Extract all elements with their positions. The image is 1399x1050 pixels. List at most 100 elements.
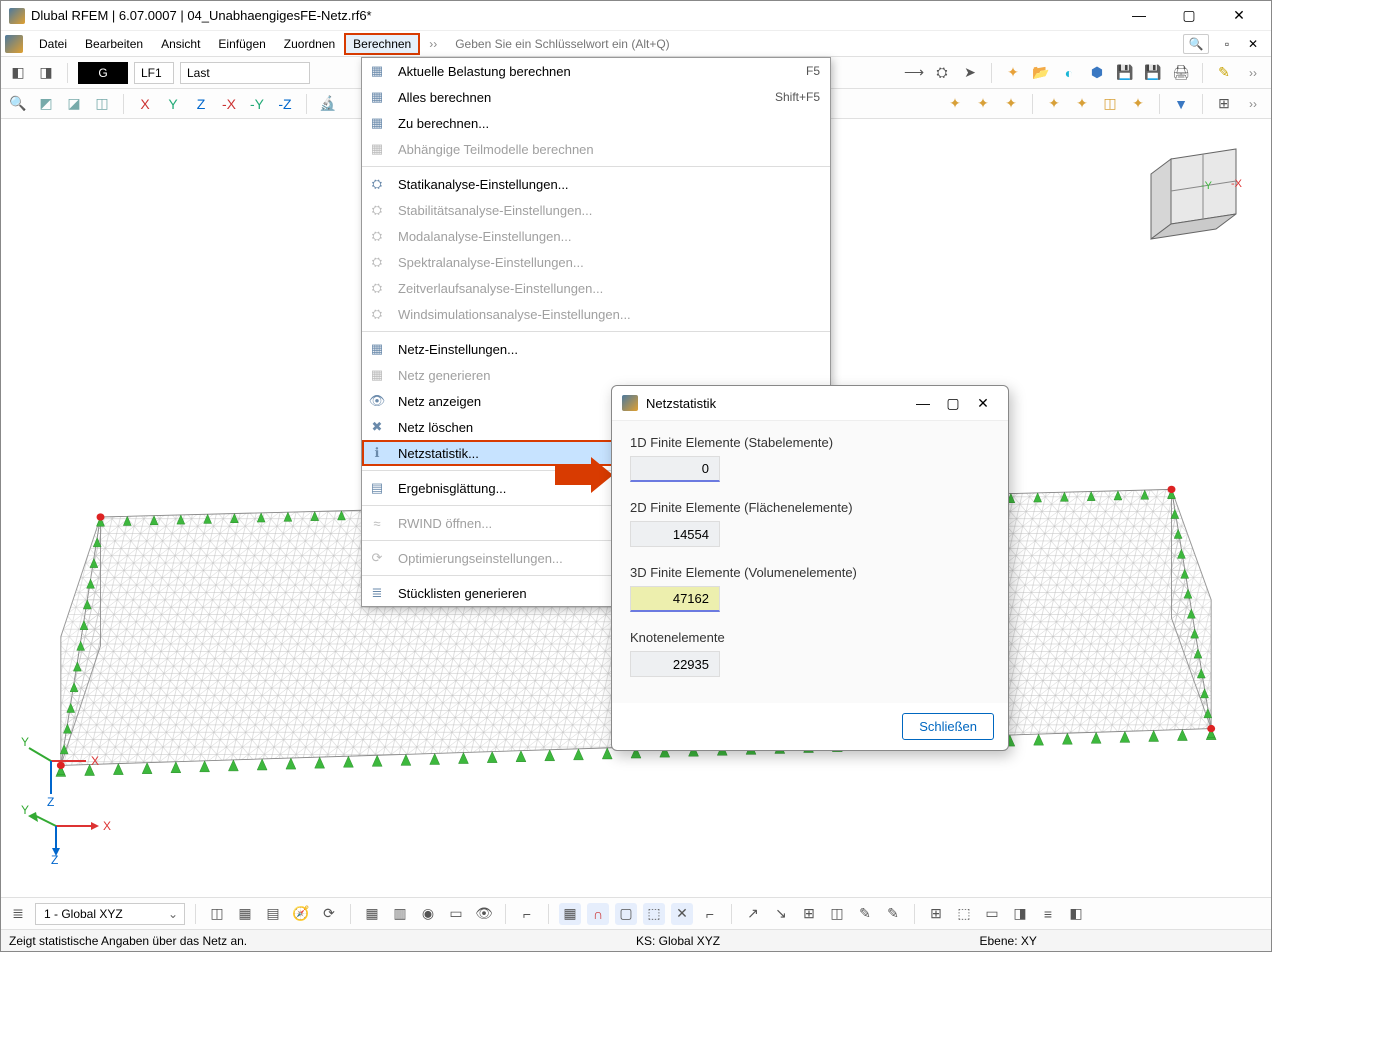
tool-icon[interactable]: ≡ <box>1037 903 1059 925</box>
menu-bearbeiten[interactable]: Bearbeiten <box>77 34 151 54</box>
tool-icon[interactable]: ↘ <box>770 903 792 925</box>
axis-nx-icon[interactable]: -X <box>218 93 240 115</box>
load-label-field[interactable]: Last <box>180 62 310 84</box>
tool-icon[interactable]: ✎ <box>1213 62 1235 84</box>
toolbar-overflow-icon[interactable]: ›› <box>1241 66 1265 80</box>
axis-ny-icon[interactable]: -Y <box>246 93 268 115</box>
axis-z-icon[interactable]: Z <box>190 93 212 115</box>
tool-icon[interactable]: ▥ <box>389 903 411 925</box>
find-icon[interactable]: 🔍 <box>7 93 29 115</box>
tool-icon[interactable]: ↗ <box>742 903 764 925</box>
menu-berechnen[interactable]: Berechnen <box>345 34 419 54</box>
tool-icon[interactable]: ⟳ <box>318 903 340 925</box>
settings-icon[interactable]: ✦ <box>1043 93 1065 115</box>
search-icon[interactable]: 🔍 <box>1183 34 1209 54</box>
tool-icon[interactable]: ◨ <box>35 62 57 84</box>
settings-icon[interactable]: ◫ <box>1099 93 1121 115</box>
axis-cube-icon[interactable]: -Y -X <box>1141 139 1251 249</box>
axis-nz-icon[interactable]: -Z <box>274 93 296 115</box>
settings-icon[interactable]: ✦ <box>1127 93 1149 115</box>
cube-icon[interactable]: ◩ <box>35 93 57 115</box>
panel-close-icon[interactable]: ✕ <box>1243 37 1263 51</box>
load-type-field[interactable]: G <box>78 62 128 84</box>
coord-axes-widget[interactable]: X Y Z X Y Z <box>21 736 111 867</box>
cube-icon[interactable]: ◪ <box>63 93 85 115</box>
view-combo[interactable]: 1 - Global XYZ <box>35 903 185 925</box>
tool-icon[interactable]: ▦ <box>361 903 383 925</box>
microscope-icon[interactable]: 🔬 <box>317 93 339 115</box>
menu-zuordnen[interactable]: Zuordnen <box>276 34 343 54</box>
tool-icon[interactable]: ◨ <box>1009 903 1031 925</box>
tool-icon[interactable]: ⊞ <box>925 903 947 925</box>
tool-icon[interactable]: ⌐ <box>516 903 538 925</box>
tool-icon[interactable]: ⛭ <box>931 62 953 84</box>
tool-icon[interactable]: ⬚ <box>953 903 975 925</box>
snap-icon[interactable]: ⬚ <box>643 903 665 925</box>
snap-grid-icon[interactable]: ▦ <box>559 903 581 925</box>
settings-icon[interactable]: ✦ <box>1000 93 1022 115</box>
new-icon[interactable]: ✦ <box>1002 62 1024 84</box>
status-help-text: Zeigt statistische Angaben über das Netz… <box>9 934 576 948</box>
menu-search-input[interactable] <box>447 37 1175 51</box>
menu-item-label: Spektralanalyse-Einstellungen... <box>398 255 820 270</box>
grid-icon[interactable]: ⊞ <box>1213 93 1235 115</box>
tool-icon[interactable]: ➤ <box>959 62 981 84</box>
menu-einfügen[interactable]: Einfügen <box>210 34 273 54</box>
snap-icon[interactable]: ▢ <box>615 903 637 925</box>
settings-icon[interactable]: ✦ <box>1071 93 1093 115</box>
axis-x-icon[interactable]: X <box>134 93 156 115</box>
snap-ortho-icon[interactable]: ⌐ <box>699 903 721 925</box>
folder-open-icon[interactable]: 📂 <box>1030 62 1052 84</box>
menu-item[interactable]: ▦Alles berechnenShift+F5 <box>362 84 830 110</box>
tool-icon[interactable]: ▭ <box>981 903 1003 925</box>
cube-icon[interactable]: ◫ <box>91 93 113 115</box>
menu-item[interactable]: ▦Netz-Einstellungen... <box>362 336 830 362</box>
filter-icon[interactable]: ▼ <box>1170 93 1192 115</box>
tool-icon[interactable]: ✎ <box>854 903 876 925</box>
tool-icon[interactable]: ▦ <box>234 903 256 925</box>
snap-icon[interactable]: ✕ <box>671 903 693 925</box>
tool-icon[interactable]: ◧ <box>1065 903 1087 925</box>
save-icon[interactable]: 💾 <box>1114 62 1136 84</box>
menu-item[interactable]: ▦Aktuelle Belastung berechnenF5 <box>362 58 830 84</box>
menu-item-label: Stabilitätsanalyse-Einstellungen... <box>398 203 820 218</box>
dialog-close-button[interactable]: ✕ <box>968 395 998 412</box>
menu-ansicht[interactable]: Ansicht <box>153 34 208 54</box>
save-all-icon[interactable]: 💾 <box>1142 62 1164 84</box>
tool-icon[interactable]: 🧭 <box>290 903 312 925</box>
tool-icon[interactable]: ◧ <box>7 62 29 84</box>
settings-icon[interactable]: ✦ <box>944 93 966 115</box>
app-menu-icon[interactable] <box>5 35 23 53</box>
dialog-minimize-button[interactable]: — <box>908 395 938 411</box>
tool-icon[interactable]: ◫ <box>826 903 848 925</box>
menu-overflow-icon[interactable]: ›› <box>421 37 445 51</box>
tool-icon[interactable]: ▤ <box>262 903 284 925</box>
minimize-button[interactable]: — <box>1123 7 1155 24</box>
tool-icon[interactable]: ✎ <box>882 903 904 925</box>
restore-down-icon[interactable]: ▫ <box>1217 37 1237 51</box>
tool-icon[interactable]: ⬢ <box>1086 62 1108 84</box>
maximize-button[interactable]: ▢ <box>1173 7 1205 24</box>
toolbar-overflow-icon[interactable]: ›› <box>1241 97 1265 111</box>
tool-icon[interactable]: ◫ <box>206 903 228 925</box>
menu-item[interactable]: ⛭Statikanalyse-Einstellungen... <box>362 171 830 197</box>
load-case-field[interactable]: LF1 <box>134 62 174 84</box>
tool-icon[interactable]: ◐ <box>1058 62 1080 84</box>
axis-y-icon[interactable]: Y <box>162 93 184 115</box>
tool-icon[interactable]: ▭ <box>445 903 467 925</box>
menu-datei[interactable]: Datei <box>31 34 75 54</box>
snap-magnet-icon[interactable]: ∩ <box>587 903 609 925</box>
tool-icon[interactable]: ⟶ <box>903 62 925 84</box>
tool-icon[interactable]: ⊞ <box>798 903 820 925</box>
menu-item[interactable]: ▦Zu berechnen... <box>362 110 830 136</box>
dialog-maximize-button[interactable]: ▢ <box>938 395 968 412</box>
print-icon[interactable]: 🖨 <box>1170 62 1192 84</box>
dialog-close-action-button[interactable]: Schließen <box>902 713 994 740</box>
gear-icon: ⛭ <box>366 200 388 220</box>
tool-icon[interactable]: ≣ <box>7 903 29 925</box>
tool-icon[interactable]: 👁 <box>473 903 495 925</box>
settings-icon[interactable]: ✦ <box>972 93 994 115</box>
menu-item-label: Abhängige Teilmodelle berechnen <box>398 142 820 157</box>
close-button[interactable]: ✕ <box>1223 7 1255 24</box>
tool-icon[interactable]: ◉ <box>417 903 439 925</box>
